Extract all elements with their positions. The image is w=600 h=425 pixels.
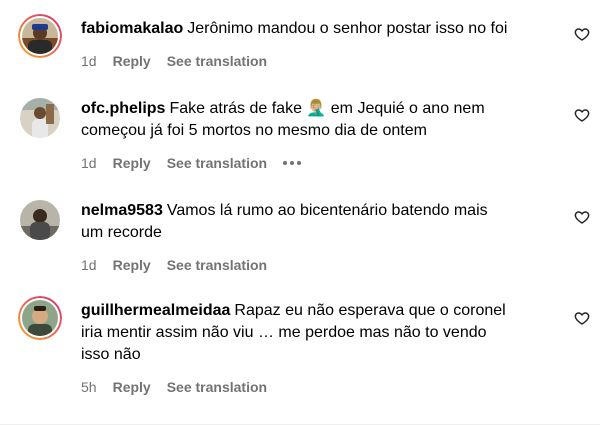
heart-icon[interactable] <box>574 107 590 123</box>
comment-item: nelma9583 Vamos lá rumo ao bicentenário b… <box>0 194 600 294</box>
see-translation-button[interactable]: See translation <box>167 154 267 172</box>
avatar-image <box>18 296 62 340</box>
heart-icon[interactable] <box>574 209 590 225</box>
see-translation-button[interactable]: See translation <box>167 52 267 70</box>
comment-time: 1d <box>81 257 97 273</box>
comment-time: 1d <box>81 53 97 69</box>
reply-button[interactable]: Reply <box>113 154 151 172</box>
avatar-image <box>18 14 62 58</box>
avatar[interactable] <box>18 198 62 242</box>
comment-item: guillhermealmeidaa Rapaz eu não esperava … <box>0 294 600 425</box>
comments-list: fabiomakalao Jerônimo mandou o senhor pos… <box>0 0 600 425</box>
comment-username[interactable]: ofc.phelips <box>81 100 165 117</box>
reply-button[interactable]: Reply <box>113 52 151 70</box>
comment-item: ofc.phelips Fake atrás de fake 🤦🏼‍♂️ em J… <box>0 92 600 192</box>
reply-button[interactable]: Reply <box>113 256 151 274</box>
comment-time: 1d <box>81 155 97 171</box>
comment-meta: 5h Reply See translation <box>81 378 551 396</box>
comment-text: fabiomakalao Jerônimo mandou o senhor pos… <box>81 18 551 40</box>
heart-icon[interactable] <box>574 26 590 42</box>
comment-meta: 1d Reply See translation <box>81 52 551 70</box>
comment-username[interactable]: fabiomakalao <box>81 20 183 37</box>
comment-text: ofc.phelips Fake atrás de fake 🤦🏼‍♂️ em J… <box>81 98 551 142</box>
see-translation-button[interactable]: See translation <box>167 256 267 274</box>
comment-username[interactable]: guillhermealmeidaa <box>81 302 230 319</box>
avatar-image <box>20 98 60 138</box>
avatar[interactable] <box>18 296 62 340</box>
reply-button[interactable]: Reply <box>113 378 151 396</box>
more-options-icon[interactable] <box>283 161 302 165</box>
see-translation-button[interactable]: See translation <box>167 378 267 396</box>
comment-text: guillhermealmeidaa Rapaz eu não esperava … <box>81 300 551 366</box>
comment-body: Jerônimo mandou o senhor postar isso no … <box>187 20 508 37</box>
comment-username[interactable]: nelma9583 <box>81 202 163 219</box>
avatar[interactable] <box>18 14 62 58</box>
avatar[interactable] <box>18 96 62 140</box>
comment-meta: 1d Reply See translation <box>81 256 551 274</box>
heart-icon[interactable] <box>574 310 590 326</box>
comment-meta: 1d Reply See translation <box>81 154 551 172</box>
comment-time: 5h <box>81 379 97 395</box>
comment-text: nelma9583 Vamos lá rumo ao bicentenário b… <box>81 200 551 244</box>
comment-item: fabiomakalao Jerônimo mandou o senhor pos… <box>0 0 600 100</box>
avatar-image <box>20 200 60 240</box>
